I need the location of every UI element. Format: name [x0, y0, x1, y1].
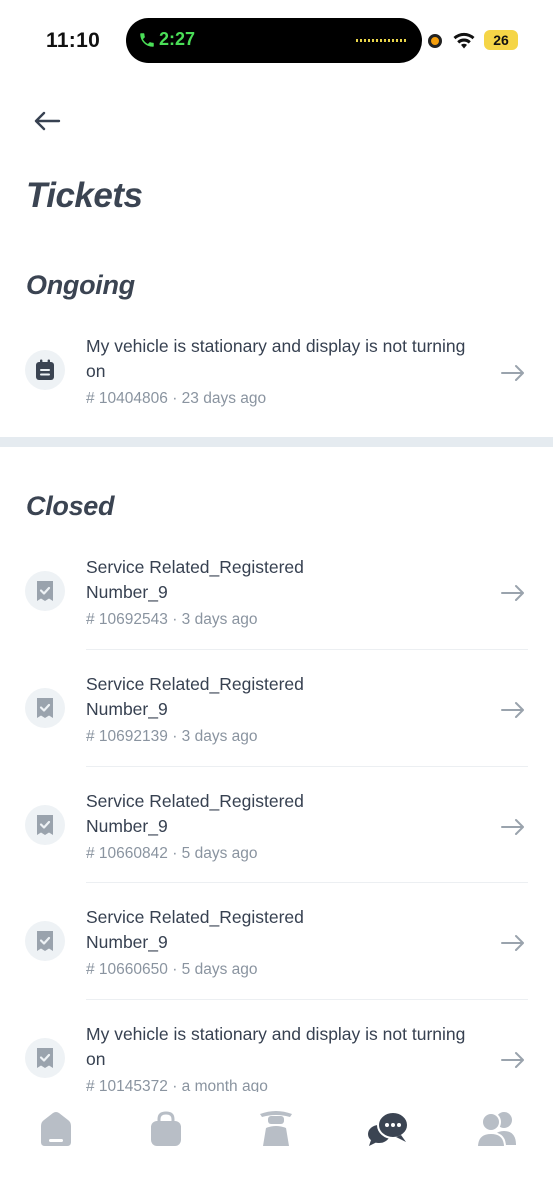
row-divider [86, 999, 528, 1000]
call-timer: 2:27 [159, 29, 196, 49]
ticket-row[interactable]: Service Related_Registered Number_9 # 10… [0, 905, 553, 985]
nav-profile[interactable] [472, 1106, 522, 1152]
ticket-icon [25, 688, 65, 728]
nav-home[interactable] [31, 1106, 81, 1152]
ticket-title: Service Related_Registered Number_9 [86, 557, 304, 602]
bag-icon [151, 1111, 181, 1146]
ticket-title: Service Related_Registered Number_9 [86, 907, 304, 952]
home-icon [41, 1112, 71, 1146]
ticket-row[interactable]: My vehicle is stationary and display is … [0, 1022, 553, 1092]
status-bar: 11:10 2:27 26 [0, 0, 553, 80]
ticket-meta: # 10692139 · 3 days ago [86, 728, 258, 745]
calendar-icon [36, 359, 54, 380]
back-button[interactable] [30, 106, 64, 136]
ticket-row[interactable]: My vehicle is stationary and display is … [0, 334, 553, 414]
closed-heading: Closed [26, 491, 115, 521]
ticket-title: My vehicle is stationary and display is … [86, 336, 466, 381]
receipt-check-icon [37, 698, 53, 718]
arrow-right-icon [501, 1052, 524, 1068]
ticket-icon [25, 350, 65, 390]
ticket-title: Service Related_Registered Number_9 [86, 674, 304, 719]
page-title: Tickets [26, 176, 143, 215]
waveform-icon [356, 39, 406, 42]
receipt-check-icon [37, 1048, 53, 1068]
ticket-meta: # 10660842 · 5 days ago [86, 845, 258, 862]
arrow-right-icon [501, 702, 524, 718]
nav-shop[interactable] [141, 1106, 191, 1152]
bottom-nav [0, 1092, 553, 1200]
dynamic-island[interactable]: 2:27 [126, 18, 422, 63]
receipt-check-icon [37, 815, 53, 835]
receipt-check-icon [37, 931, 53, 951]
arrow-right-icon [501, 585, 524, 601]
ticket-meta: # 10404806 · 23 days ago [86, 390, 267, 407]
status-time: 11:10 [46, 29, 101, 52]
battery-indicator: 26 [484, 30, 518, 50]
ticket-title: My vehicle is stationary and display is … [86, 1024, 466, 1069]
ticket-meta: # 10145372 · a month ago [86, 1078, 268, 1092]
arrow-right-icon [501, 819, 524, 835]
nav-support-chat[interactable] [363, 1106, 413, 1152]
nav-rider[interactable] [251, 1106, 301, 1152]
chat-icon [368, 1111, 409, 1146]
rider-icon [260, 1111, 292, 1146]
recording-indicator-icon [428, 34, 442, 48]
ongoing-heading: Ongoing [26, 270, 135, 300]
arrow-right-icon [501, 935, 524, 951]
row-divider [86, 766, 528, 767]
wifi-icon [453, 32, 475, 49]
ticket-meta: # 10660650 · 5 days ago [86, 961, 258, 978]
arrow-right-icon [501, 365, 524, 381]
row-divider [86, 882, 528, 883]
profile-icon [475, 1112, 516, 1148]
ticket-icon [25, 805, 65, 845]
ticket-title: Service Related_Registered Number_9 [86, 791, 304, 836]
ticket-meta: # 10692543 · 3 days ago [86, 611, 258, 628]
arrow-left-icon [34, 111, 61, 131]
ticket-row[interactable]: Service Related_Registered Number_9 # 10… [0, 789, 553, 869]
row-divider [86, 649, 528, 650]
ticket-row[interactable]: Service Related_Registered Number_9 # 10… [0, 555, 553, 635]
receipt-check-icon [37, 581, 53, 601]
phone-icon [140, 33, 154, 47]
ticket-row[interactable]: Service Related_Registered Number_9 # 10… [0, 672, 553, 752]
section-divider [0, 437, 553, 447]
ticket-icon [25, 571, 65, 611]
ticket-icon [25, 1038, 65, 1078]
ticket-icon [25, 921, 65, 961]
